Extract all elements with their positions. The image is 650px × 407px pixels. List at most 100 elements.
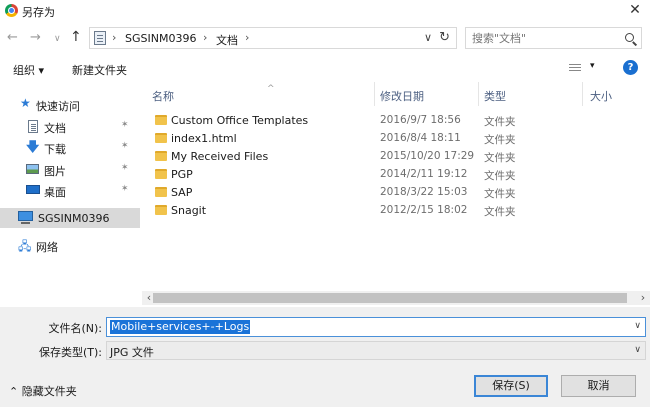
file-name: index1.html: [171, 132, 237, 145]
view-options-caret[interactable]: ▾: [590, 61, 595, 71]
network-icon: 🖧: [18, 239, 32, 253]
sidebar-item-pictures[interactable]: 图片 ✶: [0, 159, 140, 179]
column-header-modified[interactable]: 修改日期: [380, 88, 424, 104]
address-bar[interactable]: › SGSINM0396 › 文档 › ∨ ↻: [89, 27, 457, 49]
folder-icon: [155, 133, 167, 143]
breadcrumb-separator[interactable]: ›: [112, 31, 116, 44]
new-folder-button[interactable]: 新建文件夹: [72, 62, 127, 78]
organize-button[interactable]: 组织 ▾: [13, 62, 44, 78]
file-modified: 2016/8/4 18:11: [380, 132, 461, 144]
back-button[interactable]: ←: [7, 30, 18, 45]
filename-label: 文件名(N):: [48, 322, 102, 335]
desktop-icon: [26, 185, 40, 194]
title-bar: 另存为 ✕: [0, 0, 650, 22]
scrollbar-thumb[interactable]: [153, 293, 627, 303]
file-type: 文件夹: [484, 116, 516, 128]
sidebar-item-downloads[interactable]: 🡇 下载 ✶: [0, 137, 140, 157]
file-name: My Received Files: [171, 150, 269, 163]
file-type: 文件夹: [484, 134, 516, 146]
chrome-app-icon: [5, 4, 18, 17]
file-name: SAP: [171, 186, 193, 199]
view-options-icon[interactable]: [569, 64, 581, 73]
sort-ascending-icon: ^: [267, 84, 275, 94]
breadcrumb-separator[interactable]: ›: [245, 31, 249, 44]
file-row[interactable]: Custom Office Templates 2016/9/7 18:56 文…: [152, 112, 642, 130]
sidebar-item-documents[interactable]: 文档 ✶: [0, 116, 140, 136]
address-dropdown-button[interactable]: ∨: [424, 31, 432, 44]
save-button[interactable]: 保存(S): [474, 375, 548, 397]
folder-icon: [155, 205, 167, 215]
pin-icon[interactable]: ✶: [121, 163, 129, 173]
file-modified: 2014/2/11 19:12: [380, 168, 468, 180]
file-row[interactable]: PGP 2014/2/11 19:12 文件夹: [152, 166, 642, 184]
file-row[interactable]: index1.html 2016/8/4 18:11 文件夹: [152, 130, 642, 148]
filename-value[interactable]: Mobile+services+-+Logs: [110, 320, 251, 334]
sidebar-item-label: SGSINM0396: [38, 212, 110, 225]
file-row[interactable]: My Received Files 2015/10/20 17:29 文件夹: [152, 148, 642, 166]
column-header-label: 名称: [152, 90, 174, 103]
pin-icon[interactable]: ✶: [121, 141, 129, 151]
documents-location-icon: [94, 31, 106, 45]
breadcrumb-computer[interactable]: SGSINM0396: [125, 32, 196, 45]
search-icon[interactable]: [625, 33, 634, 42]
help-button[interactable]: ?: [623, 60, 638, 75]
file-type: 文件夹: [484, 170, 516, 182]
search-box[interactable]: [465, 27, 642, 49]
search-input[interactable]: [472, 32, 612, 45]
filetype-value: JPG 文件: [110, 346, 154, 359]
sidebar-item-label: 图片: [44, 165, 66, 178]
sidebar-item-desktop[interactable]: 桌面 ✶: [0, 180, 140, 200]
star-icon: ★: [20, 96, 31, 110]
hide-folders-toggle[interactable]: ⌃ 隐藏文件夹: [9, 383, 77, 399]
file-type: 文件夹: [484, 206, 516, 218]
column-divider[interactable]: [582, 82, 583, 106]
pin-icon[interactable]: ✶: [121, 120, 129, 130]
filetype-label: 保存类型(T):: [38, 346, 102, 359]
column-header-type[interactable]: 类型: [484, 88, 506, 104]
filename-dropdown-button[interactable]: ∨: [634, 321, 641, 331]
sidebar-item-label: 快速访问: [36, 100, 80, 113]
document-icon: [28, 120, 38, 133]
download-icon: 🡇: [26, 140, 40, 155]
column-divider[interactable]: [478, 82, 479, 106]
breadcrumb-separator[interactable]: ›: [203, 31, 207, 44]
scroll-right-button[interactable]: ›: [636, 291, 650, 305]
folder-icon: [155, 169, 167, 179]
sidebar-item-quick-access[interactable]: ★ 快速访问: [0, 94, 140, 114]
recent-locations-button[interactable]: ∨: [54, 34, 61, 44]
pin-icon[interactable]: ✶: [121, 184, 129, 194]
refresh-icon[interactable]: ↻: [439, 30, 450, 45]
sidebar-item-label: 文档: [44, 122, 66, 135]
folder-icon: [155, 115, 167, 125]
computer-icon: [18, 211, 33, 224]
horizontal-scrollbar[interactable]: ‹ ›: [142, 291, 650, 305]
file-row[interactable]: Snagit 2012/2/15 18:02 文件夹: [152, 202, 642, 220]
cancel-button[interactable]: 取消: [561, 375, 636, 397]
file-list: 名称 ^ 修改日期 类型 大小 Custom Office Templates …: [142, 82, 650, 302]
column-divider[interactable]: [374, 82, 375, 106]
filetype-dropdown-button[interactable]: ∨: [634, 345, 641, 355]
up-button[interactable]: ↑: [70, 29, 82, 45]
column-header-size[interactable]: 大小: [590, 88, 612, 104]
filetype-select[interactable]: JPG 文件 ∨: [106, 341, 646, 360]
file-row[interactable]: SAP 2018/3/22 15:03 文件夹: [152, 184, 642, 202]
sidebar-item-network[interactable]: 🖧 网络: [0, 235, 140, 255]
pictures-icon: [26, 164, 39, 174]
file-name: PGP: [171, 168, 193, 181]
file-name: Custom Office Templates: [171, 114, 309, 127]
close-button[interactable]: ✕: [620, 0, 650, 22]
sidebar-item-label: 下载: [44, 143, 66, 156]
forward-button[interactable]: →: [30, 30, 41, 45]
filename-input[interactable]: Mobile+services+-+Logs ∨: [106, 317, 646, 337]
file-type: 文件夹: [484, 152, 516, 164]
sidebar-item-this-pc[interactable]: SGSINM0396: [0, 208, 140, 228]
save-options-panel: 文件名(N): Mobile+services+-+Logs ∨ 保存类型(T)…: [0, 307, 650, 407]
file-modified: 2015/10/20 17:29: [380, 150, 475, 162]
window-title: 另存为: [22, 6, 55, 19]
navigation-pane: ★ 快速访问 文档 ✶ 🡇 下载 ✶ 图片 ✶ 桌面 ✶ SGSINM0396 …: [0, 88, 142, 303]
toolbar: 组织 ▾ 新建文件夹 ▾ ?: [0, 56, 650, 82]
breadcrumb-documents[interactable]: 文档: [216, 32, 238, 48]
file-modified: 2012/2/15 18:02: [380, 204, 468, 216]
file-modified: 2016/9/7 18:56: [380, 114, 461, 126]
column-header-name[interactable]: 名称 ^: [152, 84, 275, 104]
